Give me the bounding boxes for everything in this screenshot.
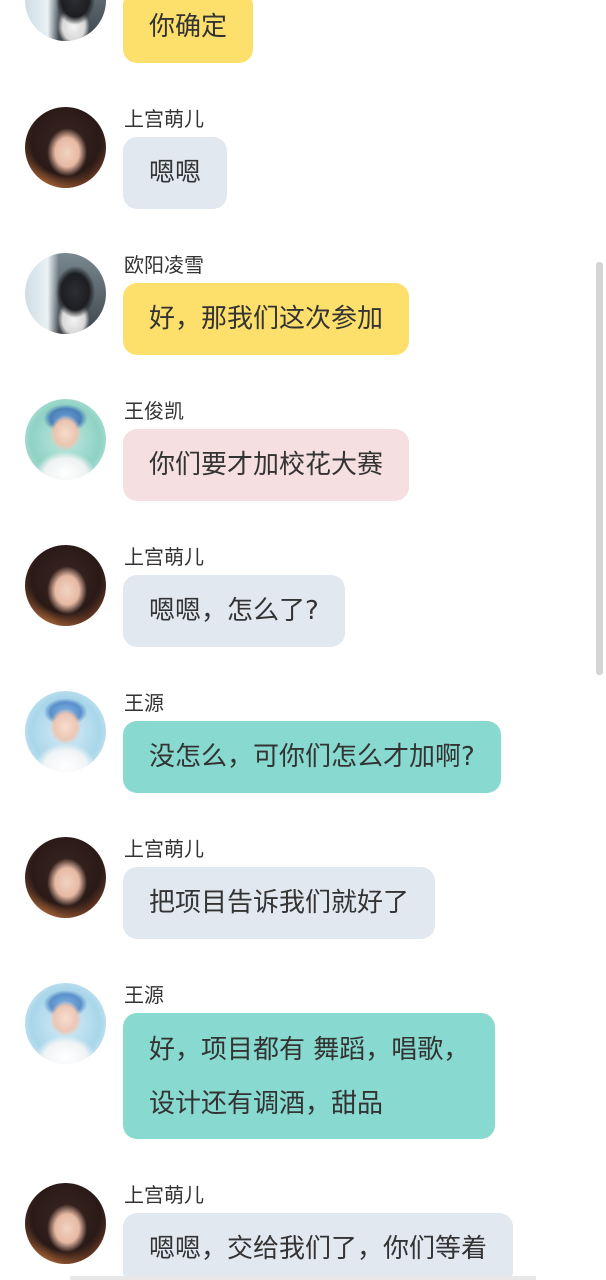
bottom-edge-divider [70, 1276, 536, 1280]
message-bubble[interactable]: 你们要才加校花大赛 [123, 429, 410, 501]
message-bubble[interactable]: 好，项目都有 舞蹈，唱歌， 设计还有调酒，甜品 [123, 1013, 496, 1139]
boy-portrait-avatar[interactable] [25, 399, 106, 480]
message-bubble[interactable]: 没怎么，可你们怎么才加啊? [123, 721, 501, 793]
dark-haired-girl-avatar[interactable] [25, 0, 106, 41]
sender-name: 王源 [124, 983, 164, 1007]
girl-portrait-avatar[interactable] [25, 1183, 106, 1264]
boy-portrait-avatar[interactable] [25, 691, 106, 772]
message-text-line: 好，项目都有 舞蹈，唱歌， [149, 1035, 470, 1065]
sender-name: 上宫萌儿 [124, 837, 204, 861]
chat-message-list[interactable]: 你确定 上宫萌儿 嗯嗯 欧阳凌雪 好，那我们这次参加 王俊凯 你们要才加校花大赛… [0, 0, 606, 1280]
sender-name: 王源 [124, 691, 164, 715]
sender-name: 上宫萌儿 [124, 1183, 204, 1207]
boy-portrait-avatar[interactable] [25, 983, 106, 1064]
message-bubble[interactable]: 嗯嗯，怎么了? [123, 575, 345, 647]
message-bubble[interactable]: 好，那我们这次参加 [123, 283, 410, 355]
girl-portrait-avatar[interactable] [25, 107, 106, 188]
scrollbar[interactable] [596, 262, 603, 675]
sender-name: 上宫萌儿 [124, 107, 204, 131]
girl-portrait-avatar[interactable] [25, 545, 106, 626]
message-bubble[interactable]: 嗯嗯 [123, 137, 228, 209]
sender-name: 王俊凯 [124, 399, 184, 423]
message-text-line: 设计还有调酒，甜品 [149, 1089, 384, 1119]
sender-name: 上宫萌儿 [124, 545, 204, 569]
girl-portrait-avatar[interactable] [25, 837, 106, 918]
message-bubble[interactable]: 你确定 [123, 0, 254, 63]
dark-haired-girl-avatar[interactable] [25, 253, 106, 334]
message-bubble[interactable]: 嗯嗯，交给我们了，你们等着 [123, 1213, 514, 1280]
message-bubble[interactable]: 把项目告诉我们就好了 [123, 867, 436, 939]
sender-name: 欧阳凌雪 [124, 253, 204, 277]
